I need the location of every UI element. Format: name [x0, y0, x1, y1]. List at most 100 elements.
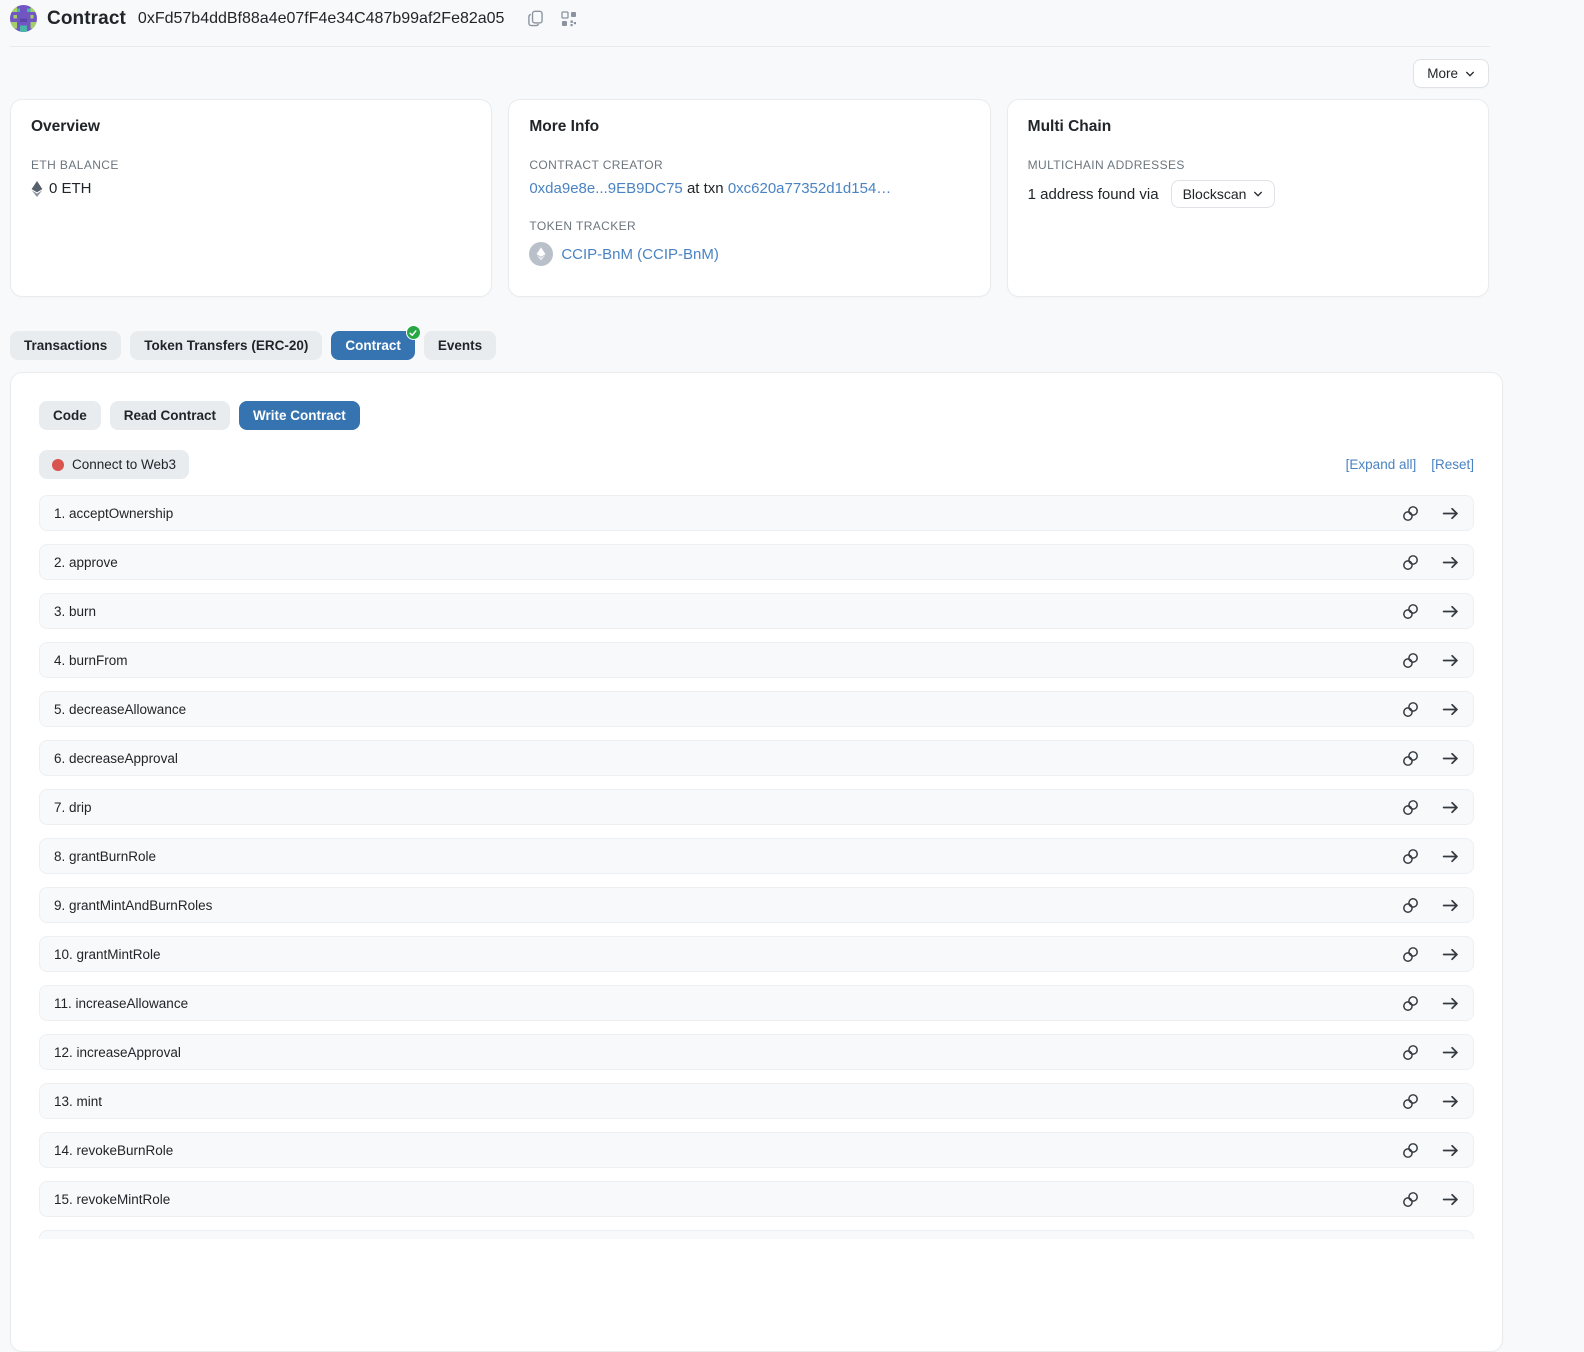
more-info-card-title: More Info — [529, 118, 969, 136]
info-cards: Overview ETH BALANCE 0 ETH More Info CON… — [10, 99, 1489, 297]
function-row-label: 14. revokeBurnRole — [54, 1143, 173, 1158]
token-tracker-link[interactable]: CCIP-BnM (CCIP-BnM) — [561, 246, 719, 263]
arrow-right-icon[interactable] — [1442, 799, 1459, 816]
multichain-found-text: 1 address found via — [1028, 186, 1159, 203]
function-row-decreaseAllowance[interactable]: 5. decreaseAllowance — [39, 691, 1474, 727]
function-row-grantMintAndBurnRoles[interactable]: 9. grantMintAndBurnRoles — [39, 887, 1474, 923]
permalink-icon[interactable] — [1402, 946, 1419, 963]
more-dropdown-button[interactable]: More — [1413, 59, 1489, 88]
connect-to-web3-label: Connect to Web3 — [72, 457, 176, 472]
contract-subtabs: Code Read Contract Write Contract — [39, 401, 1474, 430]
function-row-acceptOwnership[interactable]: 1. acceptOwnership — [39, 495, 1474, 531]
permalink-icon[interactable] — [1402, 554, 1419, 571]
arrow-right-icon[interactable] — [1442, 848, 1459, 865]
tab-events[interactable]: Events — [424, 331, 496, 360]
page-header: Contract 0xFd57b4ddBf88a4e07fF4e34C487b9… — [0, 0, 1584, 30]
permalink-icon[interactable] — [1402, 1093, 1419, 1110]
more-button-label: More — [1427, 66, 1458, 81]
token-tracker-label: TOKEN TRACKER — [529, 219, 969, 233]
function-row-label: 8. grantBurnRole — [54, 849, 156, 864]
arrow-right-icon[interactable] — [1442, 995, 1459, 1012]
subtab-read-contract[interactable]: Read Contract — [110, 401, 230, 430]
function-row-label: 1. acceptOwnership — [54, 506, 173, 521]
eth-balance-value: 0 ETH — [49, 180, 92, 197]
token-logo-icon — [529, 242, 553, 266]
contract-panel: Code Read Contract Write Contract Connec… — [10, 372, 1503, 1352]
copy-icon[interactable] — [526, 10, 544, 28]
function-row-drip[interactable]: 7. drip — [39, 789, 1474, 825]
arrow-right-icon[interactable] — [1442, 554, 1459, 571]
eth-balance-label: ETH BALANCE — [31, 158, 471, 172]
permalink-icon[interactable] — [1402, 505, 1419, 522]
main-tabs: Transactions Token Transfers (ERC-20) Co… — [10, 331, 1584, 360]
arrow-right-icon[interactable] — [1442, 1191, 1459, 1208]
tab-transactions[interactable]: Transactions — [10, 331, 121, 360]
permalink-icon[interactable] — [1402, 995, 1419, 1012]
arrow-right-icon[interactable] — [1442, 946, 1459, 963]
arrow-right-icon[interactable] — [1442, 603, 1459, 620]
overview-card: Overview ETH BALANCE 0 ETH — [10, 99, 492, 297]
permalink-icon[interactable] — [1402, 750, 1419, 767]
function-row-approve[interactable]: 2. approve — [39, 544, 1474, 580]
contract-creator-label: CONTRACT CREATOR — [529, 158, 969, 172]
arrow-right-icon[interactable] — [1442, 505, 1459, 522]
function-row-grantMintRole[interactable]: 10. grantMintRole — [39, 936, 1474, 972]
function-row-decreaseApproval[interactable]: 6. decreaseApproval — [39, 740, 1474, 776]
arrow-right-icon[interactable] — [1442, 897, 1459, 914]
function-row-label: 15. revokeMintRole — [54, 1192, 170, 1207]
function-row-label: 6. decreaseApproval — [54, 751, 178, 766]
tab-contract[interactable]: Contract — [331, 331, 415, 360]
permalink-icon[interactable] — [1402, 848, 1419, 865]
subtab-code[interactable]: Code — [39, 401, 101, 430]
contract-address: 0xFd57b4ddBf88a4e07fF4e34C487b99af2Fe82a… — [138, 10, 505, 28]
arrow-right-icon[interactable] — [1442, 652, 1459, 669]
function-row-revokeMintRole[interactable]: 15. revokeMintRole — [39, 1181, 1474, 1217]
contract-avatar — [10, 5, 37, 32]
multi-chain-card-title: Multi Chain — [1028, 118, 1468, 136]
function-row-label: 12. increaseApproval — [54, 1045, 181, 1060]
function-row-burn[interactable]: 3. burn — [39, 593, 1474, 629]
creator-connector-text: at txn — [683, 180, 728, 197]
multichain-provider-select[interactable]: Blockscan — [1171, 180, 1276, 208]
permalink-icon[interactable] — [1402, 1191, 1419, 1208]
creator-address-link[interactable]: 0xda9e8e...9EB9DC75 — [529, 180, 682, 197]
permalink-icon[interactable] — [1402, 603, 1419, 620]
connect-to-web3-button[interactable]: Connect to Web3 — [39, 450, 189, 479]
disconnected-status-icon — [52, 459, 64, 471]
function-row-revokeBurnRole[interactable]: 14. revokeBurnRole — [39, 1132, 1474, 1168]
multi-chain-card: Multi Chain MULTICHAIN ADDRESSES 1 addre… — [1007, 99, 1489, 297]
header-divider — [10, 46, 1490, 47]
tab-token-transfers[interactable]: Token Transfers (ERC-20) — [130, 331, 322, 360]
function-row-label: 5. decreaseAllowance — [54, 702, 186, 717]
qr-code-icon[interactable] — [560, 10, 578, 28]
permalink-icon[interactable] — [1402, 652, 1419, 669]
permalink-icon[interactable] — [1402, 897, 1419, 914]
permalink-icon[interactable] — [1402, 1142, 1419, 1159]
function-row-label: 2. approve — [54, 555, 118, 570]
function-row-label: 7. drip — [54, 800, 92, 815]
more-info-card: More Info CONTRACT CREATOR 0xda9e8e...9E… — [508, 99, 990, 297]
function-row-partial[interactable] — [39, 1230, 1474, 1239]
reset-link[interactable]: [Reset] — [1431, 457, 1474, 472]
function-row-grantBurnRole[interactable]: 8. grantBurnRole — [39, 838, 1474, 874]
chevron-down-icon — [1253, 189, 1263, 199]
arrow-right-icon[interactable] — [1442, 701, 1459, 718]
creator-txn-link[interactable]: 0xc620a77352d1d154… — [728, 180, 891, 197]
chevron-down-icon — [1465, 69, 1475, 79]
permalink-icon[interactable] — [1402, 701, 1419, 718]
expand-all-link[interactable]: [Expand all] — [1346, 457, 1417, 472]
function-row-burnFrom[interactable]: 4. burnFrom — [39, 642, 1474, 678]
subtab-write-contract[interactable]: Write Contract — [239, 401, 360, 430]
arrow-right-icon[interactable] — [1442, 750, 1459, 767]
permalink-icon[interactable] — [1402, 1044, 1419, 1061]
function-row-mint[interactable]: 13. mint — [39, 1083, 1474, 1119]
arrow-right-icon[interactable] — [1442, 1044, 1459, 1061]
multichain-addresses-label: MULTICHAIN ADDRESSES — [1028, 158, 1468, 172]
ethereum-icon — [31, 181, 43, 197]
function-row-increaseAllowance[interactable]: 11. increaseAllowance — [39, 985, 1474, 1021]
function-row-increaseApproval[interactable]: 12. increaseApproval — [39, 1034, 1474, 1070]
arrow-right-icon[interactable] — [1442, 1142, 1459, 1159]
permalink-icon[interactable] — [1402, 799, 1419, 816]
arrow-right-icon[interactable] — [1442, 1093, 1459, 1110]
function-row-label: 3. burn — [54, 604, 96, 619]
